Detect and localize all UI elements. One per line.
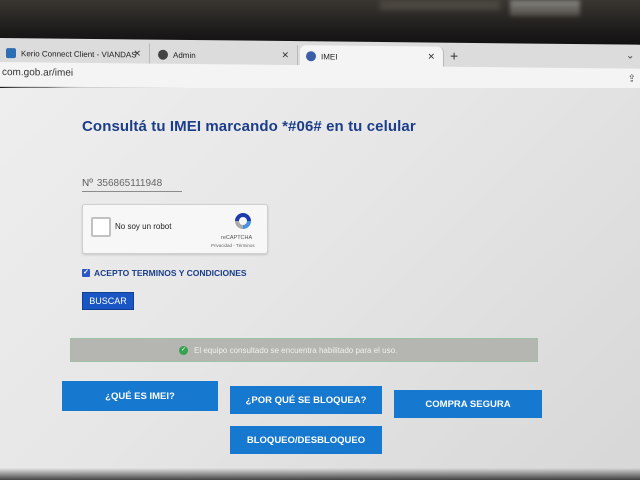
share-icon[interactable]: ⇪ <box>628 74 636 85</box>
imei-value: 356865111948 <box>96 178 163 189</box>
checkbox-checked-icon[interactable]: ✓ <box>82 269 90 277</box>
tab-label: IMEI <box>321 51 338 62</box>
recaptcha-widget: No soy un robot reCAPTCHA Privacidad - T… <box>82 204 268 254</box>
recaptcha-label: No soy un robot <box>115 222 172 231</box>
kerio-icon <box>6 48 16 59</box>
close-icon[interactable]: ✕ <box>281 50 289 61</box>
gov-shield-icon <box>306 51 316 62</box>
page-content: Consultá tu IMEI marcando *#06# en tu ce… <box>0 88 640 480</box>
tab-label: Kerio Connect Client - VIANDAS <box>21 48 137 59</box>
close-icon[interactable]: ✕ <box>427 51 435 62</box>
screen-bottom-edge <box>0 468 640 480</box>
chevron-down-icon[interactable]: ⌄ <box>626 51 634 62</box>
page-title: Consultá tu IMEI marcando *#06# en tu ce… <box>82 118 416 135</box>
globe-icon <box>158 49 168 60</box>
terms-label: ACEPTO TERMINOS Y CONDICIONES <box>94 268 247 278</box>
background-light <box>510 0 580 16</box>
imei-prefix: Nº <box>82 178 93 189</box>
bloqueo-desbloqueo-button[interactable]: BLOQUEO/DESBLOQUEO <box>230 426 382 454</box>
search-button[interactable]: BUSCAR <box>82 292 134 310</box>
close-icon[interactable]: ✕ <box>133 48 141 59</box>
recaptcha-logo-icon <box>235 213 251 229</box>
por-que-se-bloquea-button[interactable]: ¿POR QUÉ SE BLOQUEA? <box>230 386 382 414</box>
background-light <box>380 0 500 10</box>
recaptcha-links[interactable]: Privacidad - Términos <box>211 243 255 248</box>
recaptcha-brand: reCAPTCHA <box>221 235 253 241</box>
url-text[interactable]: com.gob.ar/imei <box>2 67 73 79</box>
terms-checkbox-row[interactable]: ✓ ACEPTO TERMINOS Y CONDICIONES <box>82 268 247 278</box>
check-circle-icon: ✓ <box>179 345 188 355</box>
status-alert: ✓ El equipo consultado se encuentra habi… <box>70 338 538 362</box>
recaptcha-checkbox[interactable] <box>91 217 111 237</box>
que-es-imei-button[interactable]: ¿QUÉ ES IMEI? <box>62 381 218 411</box>
compra-segura-button[interactable]: COMPRA SEGURA <box>394 390 542 418</box>
tab-label: Admin <box>173 50 196 60</box>
new-tab-button[interactable]: + <box>450 48 458 64</box>
photo-frame: Kerio Connect Client - VIANDAS ✕ Admin ✕… <box>0 0 640 480</box>
imei-input[interactable]: Nº 356865111948 <box>82 178 182 192</box>
alert-text: El equipo consultado se encuentra habili… <box>194 345 398 355</box>
